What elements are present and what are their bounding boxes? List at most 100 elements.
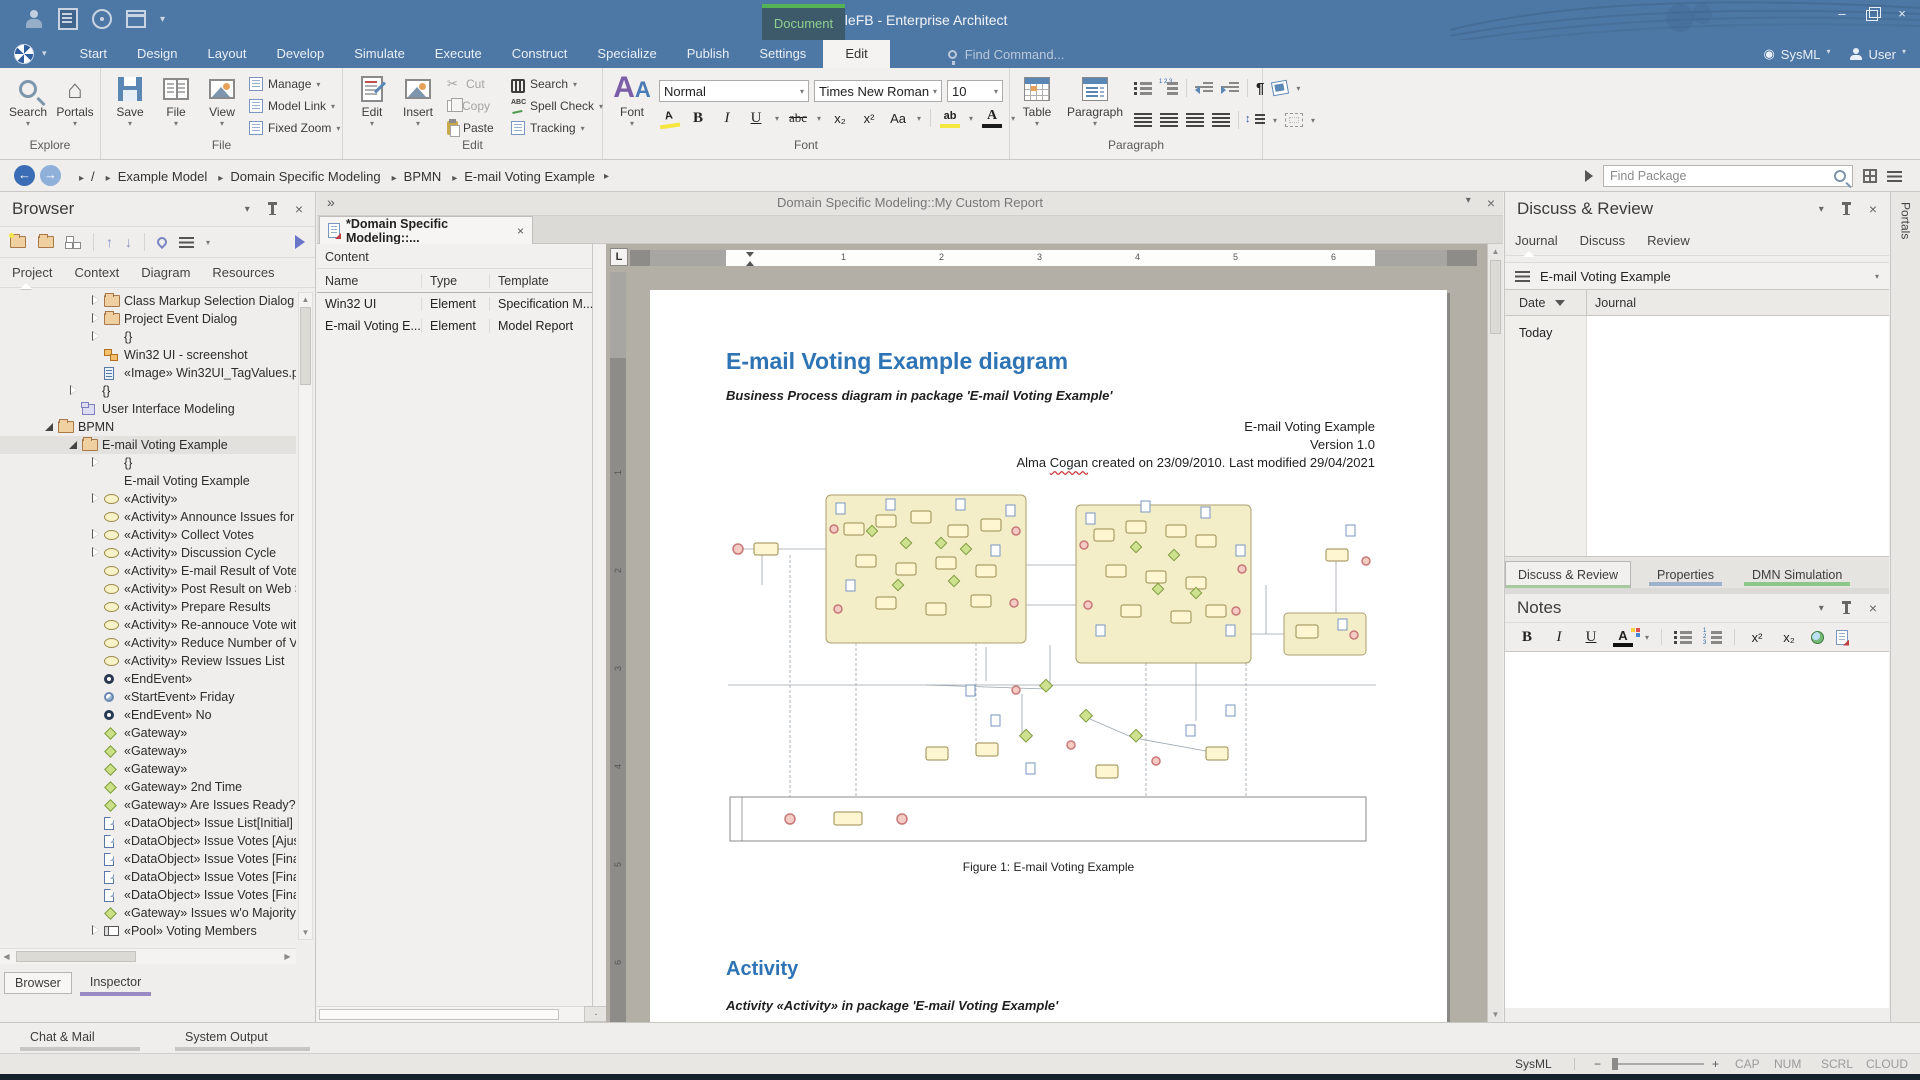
tree-expander[interactable]: [90, 798, 104, 812]
highlight-color-button[interactable]: ab: [940, 108, 960, 128]
context-tab-document[interactable]: Document: [762, 4, 845, 40]
tree-expander[interactable]: [90, 492, 104, 506]
pilcrow-icon[interactable]: ¶: [1256, 80, 1264, 97]
perspective-label[interactable]: SysML: [1781, 47, 1821, 62]
tree-expander[interactable]: [90, 708, 104, 722]
tree-item[interactable]: «Activity» Discussion Cycle: [0, 544, 296, 562]
increase-indent-icon[interactable]: [1221, 81, 1239, 95]
search-button[interactable]: Search▾: [5, 71, 51, 135]
strikethrough-button[interactable]: abc: [788, 108, 808, 128]
chevron-down-icon[interactable]: ▾: [1819, 603, 1824, 614]
tree-item[interactable]: Win32 UI - screenshot: [0, 346, 296, 364]
tree-item[interactable]: «Gateway» Are Issues Ready?: [0, 796, 296, 814]
breadcrumb-item[interactable]: BPMN: [383, 169, 444, 184]
zoom-slider-thumb[interactable]: [1612, 1058, 1618, 1070]
tree-expander[interactable]: [90, 726, 104, 740]
align-center-icon[interactable]: [1160, 113, 1178, 127]
tree-item[interactable]: «Gateway»: [0, 742, 296, 760]
ribbon-tab[interactable]: Execute: [420, 40, 497, 68]
tree-item[interactable]: User Interface Modeling: [0, 400, 296, 418]
tree-item[interactable]: «Activity» Prepare Results: [0, 598, 296, 616]
new-package-icon[interactable]: [10, 236, 26, 248]
element-selector[interactable]: E-mail Voting Example ▾: [1505, 262, 1889, 290]
ribbon-tab[interactable]: Specialize: [582, 40, 671, 68]
zoom-in-button[interactable]: +: [1712, 1057, 1719, 1071]
ribbon-tab[interactable]: Publish: [672, 40, 745, 68]
font-size-select[interactable]: 10▾: [947, 80, 1003, 102]
model-link-button[interactable]: Model Link▾: [249, 96, 335, 116]
tab-diagram[interactable]: Diagram: [141, 265, 190, 280]
numbered-list-icon[interactable]: [1704, 630, 1722, 644]
decrease-indent-icon[interactable]: [1195, 81, 1213, 95]
italic-button[interactable]: I: [1549, 627, 1569, 647]
chevron-down-icon[interactable]: ▾: [1466, 195, 1471, 211]
edit-button[interactable]: Edit▾: [349, 71, 395, 135]
tree-item[interactable]: «DataObject» Issue Votes [Final: [0, 850, 296, 868]
tree-item[interactable]: «Activity» Reduce Number of Vo: [0, 634, 296, 652]
breadcrumb-item[interactable]: Example Model: [97, 169, 210, 184]
tree-expander[interactable]: [90, 510, 104, 524]
close-icon[interactable]: ×: [1487, 195, 1495, 211]
tab-review[interactable]: Review: [1647, 233, 1690, 248]
column-date[interactable]: Date: [1505, 290, 1587, 315]
tab-context[interactable]: Context: [74, 265, 119, 280]
tree-item[interactable]: E-mail Voting Example: [0, 436, 296, 454]
tree-expander[interactable]: [90, 474, 104, 488]
tree-item[interactable]: «Activity»: [0, 490, 296, 508]
ribbon-tab[interactable]: Design: [122, 40, 192, 68]
ribbon-tab[interactable]: Edit: [823, 40, 889, 68]
italic-button[interactable]: I: [717, 108, 737, 128]
hamburger-menu-icon[interactable]: [179, 237, 194, 248]
borders-icon[interactable]: [1285, 113, 1303, 127]
font-color-button[interactable]: A: [1613, 627, 1633, 647]
back-button[interactable]: ←: [14, 165, 35, 186]
breadcrumb-item[interactable]: Domain Specific Modeling: [209, 169, 382, 184]
subscript-button[interactable]: x₂: [830, 108, 850, 128]
tree-item[interactable]: «Gateway»: [0, 724, 296, 742]
portals-button[interactable]: ⌂ Portals▾: [52, 71, 98, 135]
fixed-zoom-button[interactable]: Fixed Zoom▾: [249, 118, 340, 138]
align-left-icon[interactable]: [1134, 113, 1152, 127]
tree-item[interactable]: «Activity» Post Result on Web Si: [0, 580, 296, 598]
user-label[interactable]: User: [1869, 47, 1896, 62]
tree-item[interactable]: {}: [0, 328, 296, 346]
chevron-down-icon[interactable]: ▾: [1902, 47, 1906, 56]
content-hscrollbar[interactable]: [317, 1006, 593, 1022]
menu-icon[interactable]: [1887, 171, 1902, 182]
ribbon-tab[interactable]: Develop: [262, 40, 340, 68]
tab-browser[interactable]: Browser: [4, 972, 72, 994]
tab-project[interactable]: Project: [12, 265, 52, 280]
tree-item[interactable]: «Activity» Re-annouce Vote with: [0, 616, 296, 634]
tree-item[interactable]: Class Markup Selection Dialog: [0, 292, 296, 310]
clear-formatting-icon[interactable]: A: [658, 107, 681, 130]
tree-expander[interactable]: [90, 870, 104, 884]
line-spacing-icon[interactable]: [1247, 113, 1265, 127]
copy-button[interactable]: Copy: [447, 96, 490, 116]
tree-expander[interactable]: [90, 294, 104, 308]
font-color-button[interactable]: A: [982, 108, 1002, 128]
superscript-button[interactable]: x²: [859, 108, 879, 128]
zoom-out-button[interactable]: −: [1594, 1057, 1601, 1071]
tree-expander[interactable]: [90, 744, 104, 758]
table-button[interactable]: Table▾: [1014, 71, 1060, 135]
ribbon-tab[interactable]: Settings: [744, 40, 821, 68]
search-menu-button[interactable]: Search▾: [511, 74, 577, 94]
forward-button[interactable]: →: [40, 165, 61, 186]
tab-inspector[interactable]: Inspector: [80, 972, 151, 994]
superscript-button[interactable]: x²: [1747, 627, 1767, 647]
tree-expander[interactable]: [90, 852, 104, 866]
underline-button[interactable]: U: [1581, 627, 1601, 647]
tree-item[interactable]: {}: [0, 382, 296, 400]
tree-item[interactable]: BPMN: [0, 418, 296, 436]
column-template[interactable]: Template: [490, 274, 592, 288]
tree-item[interactable]: «EndEvent»: [0, 670, 296, 688]
grid-icon[interactable]: [1863, 169, 1877, 183]
font-family-select[interactable]: Times New Roman▾: [814, 80, 942, 102]
bold-button[interactable]: B: [1517, 627, 1537, 647]
tree-expander[interactable]: [90, 816, 104, 830]
status-num[interactable]: NUM: [1774, 1057, 1801, 1071]
tab-properties[interactable]: Properties: [1645, 562, 1726, 588]
font-button[interactable]: AA Font▾: [609, 71, 655, 135]
tab-dmn-simulation[interactable]: DMN Simulation: [1740, 562, 1854, 588]
hyperlink-icon[interactable]: [1811, 631, 1824, 644]
